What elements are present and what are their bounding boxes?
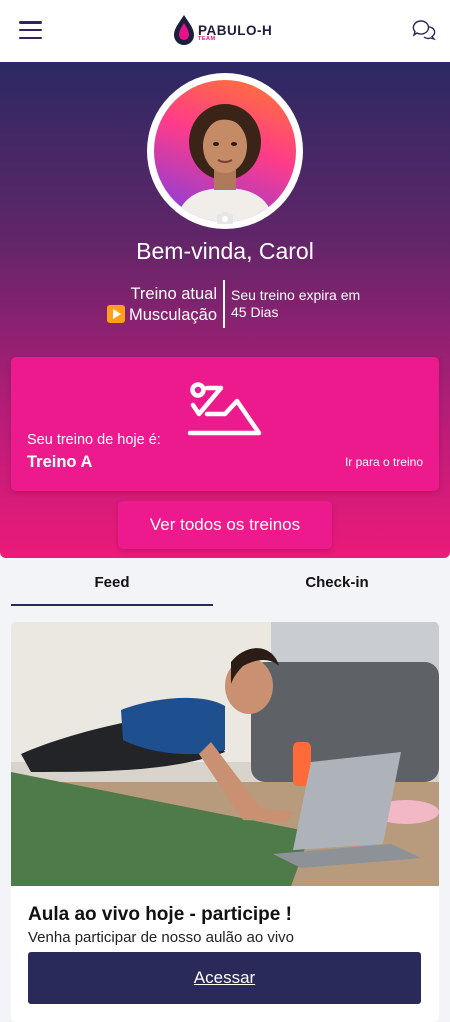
expiration-value: 45 Dias: [231, 304, 279, 320]
workout-photo: [11, 622, 439, 886]
brand-subtitle: TEAM: [198, 36, 216, 42]
today-workout-label: Seu treino de hoje é:: [27, 432, 161, 448]
current-workout-value-row: Musculação: [80, 305, 217, 326]
info-divider: [223, 280, 225, 328]
avatar[interactable]: [147, 73, 303, 229]
today-workout-name: Treino A: [27, 453, 93, 471]
brand-logo: PABULO-H TEAM: [172, 14, 282, 48]
tab-feed[interactable]: Feed: [11, 574, 213, 606]
access-button[interactable]: Acessar: [28, 952, 421, 1004]
tab-check-in[interactable]: Check-in: [236, 574, 438, 606]
profile-hero: Bem-vinda, Carol Treino atual Musculação…: [0, 62, 450, 558]
top-bar: PABULO-H TEAM: [0, 0, 450, 62]
flame-drop-icon: [174, 15, 194, 45]
welcome-heading: Bem-vinda, Carol: [136, 238, 314, 264]
avatar-photo: [154, 80, 296, 222]
hamburger-menu-icon[interactable]: [19, 21, 42, 39]
current-workout: Treino atual Musculação: [80, 284, 217, 326]
today-workout-card[interactable]: Seu treino de hoje é: Treino A Ir para o…: [11, 357, 439, 491]
current-workout-label: Treino atual: [130, 285, 217, 303]
all-workouts-button[interactable]: Ver todos os treinos: [118, 501, 332, 549]
current-workout-value: Musculação: [128, 306, 217, 324]
feed-post-subtitle: Venha participar de nosso aulão ao vivo: [28, 929, 295, 946]
exercise-icon: [187, 382, 262, 436]
camera-icon[interactable]: [216, 211, 234, 225]
workout-expiration: Seu treino expira em 45 Dias: [231, 287, 391, 321]
play-icon: [106, 305, 125, 323]
chat-bubbles-icon[interactable]: [412, 18, 436, 42]
go-to-workout-link[interactable]: Ir para o treino: [345, 455, 423, 469]
feed-post-title: Aula ao vivo hoje - participe !: [28, 904, 292, 925]
expiration-label: Seu treino expira em: [231, 287, 361, 303]
feed-post-card: Aula ao vivo hoje - participe ! Venha pa…: [11, 622, 439, 1022]
